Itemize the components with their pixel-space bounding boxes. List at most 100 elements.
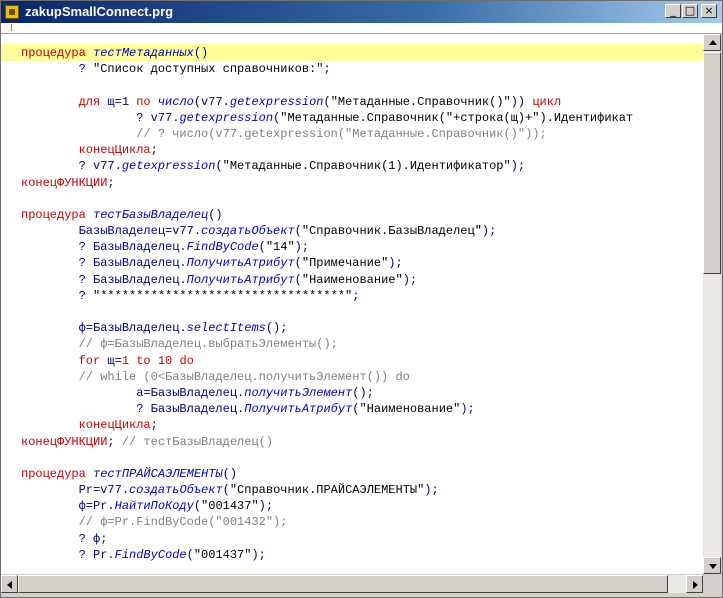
code-token: конецЦикла — [21, 418, 151, 433]
code-token: // ? число(v77.getexpression("Метаданные… — [21, 126, 547, 141]
code-token: ; — [150, 418, 158, 433]
code-line[interactable]: // while (0<БазыВладелец.получитьЭлемент… — [21, 369, 633, 385]
code-token: "14" — [265, 240, 295, 255]
code-token: создатьОбъект — [201, 224, 295, 239]
code-line[interactable]: конецФУНКЦИИ; — [21, 175, 633, 191]
code-token: ? v77. — [21, 110, 180, 125]
code-token: ( — [258, 240, 266, 255]
code-token: а=БазыВладелец. — [21, 385, 245, 400]
code-text[interactable]: процедура тестМетаданных() ? "Список дос… — [21, 45, 633, 563]
code-token: ( — [186, 547, 194, 562]
scroll-right-button[interactable] — [686, 575, 703, 593]
scroll-up-button[interactable] — [703, 34, 721, 51]
code-token: "Справочник.ПРАЙСАЭЛЕМЕНТЫ" — [229, 483, 425, 498]
code-line[interactable]: ф=Pr.НайтиПоКоду("001437"); — [21, 498, 633, 514]
maximize-button[interactable]: □ — [682, 4, 698, 18]
code-line[interactable]: ? "Список доступных справочников:"; — [21, 61, 633, 77]
code-token: do — [172, 353, 194, 368]
code-line[interactable]: ? v77.getexpression("Метаданные.Справочн… — [21, 110, 633, 126]
code-token: ); — [294, 240, 310, 255]
code-token: 10 — [157, 353, 173, 368]
code-line[interactable]: for щ=1 to 10 do — [21, 353, 633, 369]
code-line[interactable]: для щ=1 по число(v77.getexpression("Мета… — [21, 94, 633, 110]
code-line[interactable]: ф=БазыВладелец.selectItems(); — [21, 320, 633, 336]
scroll-left-button[interactable] — [1, 575, 18, 593]
code-token: (); — [265, 321, 288, 336]
code-line[interactable]: ? Pr.FindByCode("001437"); — [21, 547, 633, 563]
code-editor[interactable]: процедура тестМетаданных() ? "Список дос… — [1, 34, 703, 574]
code-line[interactable] — [21, 450, 633, 466]
arrow-right-icon — [693, 581, 698, 589]
code-token: "Наименование" — [359, 402, 461, 417]
code-line[interactable]: БазыВладелец=v77.создатьОбъект("Справочн… — [21, 223, 633, 239]
title-bar[interactable]: zakupSmallConnect.prg _ □ × — [1, 1, 722, 23]
code-line[interactable]: ? ф; — [21, 531, 633, 547]
code-line[interactable]: конецЦикла; — [21, 417, 633, 433]
code-token: ? БазыВладелец. — [21, 256, 187, 271]
code-token: // while (0<БазыВладелец.получитьЭлемент… — [21, 369, 410, 384]
code-token: ; — [107, 434, 122, 449]
code-line[interactable]: ? БазыВладелец.ПолучитьАтрибут("Наименов… — [21, 272, 633, 288]
code-token: для — [21, 94, 108, 109]
code-token: "**********************************" — [93, 288, 353, 303]
code-line[interactable]: конецЦикла; — [21, 142, 633, 158]
code-line[interactable] — [21, 191, 633, 207]
code-line[interactable]: процедура тестПРАЙСАЭЛЕМЕНТЫ() — [21, 466, 633, 482]
arrow-down-icon — [709, 564, 717, 569]
code-token: 1 — [121, 353, 130, 368]
code-token: (); — [352, 385, 374, 400]
code-token: "Справочник.БазыВладелец" — [301, 224, 482, 239]
horizontal-scroll-thumb[interactable] — [18, 575, 668, 593]
code-token: to — [129, 353, 158, 368]
code-token: ? БазыВладелец. — [21, 272, 187, 287]
code-line[interactable]: ? БазыВладелец.FindByCode("14"); — [21, 239, 633, 255]
code-token: for — [21, 353, 108, 368]
scroll-down-button[interactable] — [703, 557, 721, 574]
code-line[interactable]: // ? число(v77.getexpression("Метаданные… — [21, 126, 633, 142]
code-token: ? БазыВладелец. — [21, 402, 245, 417]
code-token: ? Pr. — [21, 547, 115, 562]
code-token: "Наименование" — [301, 272, 403, 287]
vertical-scrollbar[interactable] — [703, 34, 721, 574]
code-token: НайтиПоКоду — [114, 499, 194, 514]
code-token: // ф=Pr.FindByCode("001432"); — [21, 515, 288, 530]
code-line[interactable] — [21, 304, 633, 320]
code-line[interactable]: процедура тестБазыВладелец() — [21, 207, 633, 223]
code-token: () — [208, 207, 223, 222]
code-token: getexpression — [179, 110, 274, 125]
code-line[interactable]: // ф=БазыВладелец.выбратьЭлементы(); — [21, 336, 633, 352]
code-line[interactable]: а=БазыВладелец.получитьЭлемент(); — [21, 385, 633, 401]
close-button[interactable]: × — [701, 4, 717, 18]
code-token: getexpression — [121, 159, 216, 174]
code-token: "Примечание" — [301, 256, 389, 271]
code-token: ); — [424, 483, 439, 498]
code-line[interactable]: ? БазыВладелец.ПолучитьАтрибут("Наименов… — [21, 401, 633, 417]
code-token: FindByCode — [114, 547, 187, 562]
code-token: ( — [323, 94, 331, 109]
horizontal-scrollbar[interactable] — [1, 575, 703, 593]
code-token: ( — [215, 159, 223, 174]
code-line[interactable]: ? v77.getexpression("Метаданные.Справочн… — [21, 158, 633, 174]
arrow-left-icon — [7, 581, 12, 589]
code-token: "Метаданные.Справочник("+строка(щ)+").Ид… — [280, 110, 634, 125]
code-token: ); — [510, 159, 526, 174]
code-token: getexpression — [229, 94, 324, 109]
code-line[interactable]: процедура тестМетаданных() — [21, 45, 633, 61]
code-token: конецЦикла — [21, 143, 151, 158]
code-line[interactable]: ? "**********************************"; — [21, 288, 633, 304]
code-token: "Метаданные.Справочник(1).Идентификатор" — [222, 159, 511, 174]
code-token: "Метаданные.Справочник()" — [330, 94, 511, 109]
code-token: ПолучитьАтрибут — [244, 402, 353, 417]
ruler — [1, 23, 722, 34]
code-line[interactable]: ? БазыВладелец.ПолучитьАтрибут("Примечан… — [21, 255, 633, 271]
minimize-button[interactable]: _ — [665, 4, 681, 18]
code-token: ; — [323, 62, 331, 77]
vertical-scroll-thumb[interactable] — [703, 52, 721, 274]
code-token: ( — [222, 483, 230, 498]
code-token: процедура — [21, 207, 94, 222]
code-line[interactable] — [21, 77, 633, 93]
code-line[interactable]: // ф=Pr.FindByCode("001432"); — [21, 514, 633, 530]
prg-file-icon[interactable] — [5, 5, 19, 19]
code-line[interactable]: Pr=v77.создатьОбъект("Справочник.ПРАЙСАЭ… — [21, 482, 633, 498]
code-line[interactable]: конецФУНКЦИИ; // тестБазыВладелец() — [21, 434, 633, 450]
